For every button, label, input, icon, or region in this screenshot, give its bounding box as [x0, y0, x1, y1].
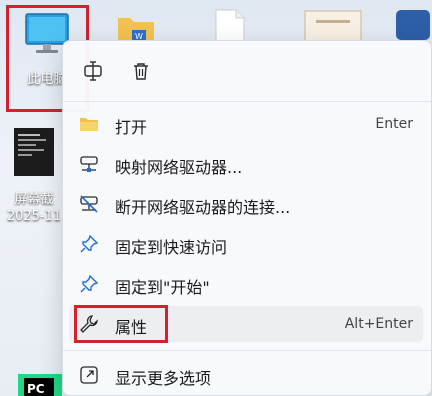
delete-icon — [134, 63, 148, 80]
screenshot-file-shortcut[interactable]: 屏幕截 2025-11 — [4, 128, 64, 224]
menu-item-label: 固定到快速访问 — [115, 238, 228, 257]
menu-item-label: 固定到"开始" — [115, 278, 210, 297]
delete-button[interactable] — [124, 54, 158, 88]
rename-icon — [84, 61, 102, 81]
more-options-icon — [80, 366, 98, 384]
menu-item-pin-quick-access[interactable]: 固定到快速访问 — [69, 226, 423, 262]
menu-item-label: 打开 — [115, 118, 148, 137]
pin-icon — [80, 274, 99, 293]
menu-separator — [63, 101, 431, 102]
pycharm-icon[interactable]: PC — [18, 374, 62, 396]
menu-item-label: 断开网络驱动器的连接... — [115, 198, 291, 217]
menu-item-properties[interactable]: 属性 Alt+Enter — [69, 306, 423, 342]
context-menu: 打开 Enter 映射网络驱动器... 断开网络驱动器的连接... 固定到快速访… — [62, 40, 432, 396]
map-drive-icon — [80, 156, 98, 172]
disconnect-drive-icon — [80, 195, 98, 213]
menu-item-open[interactable]: 打开 Enter — [69, 106, 423, 142]
screenshot-label-line1: 屏幕截 — [14, 192, 54, 207]
menu-item-pin-start[interactable]: 固定到"开始" — [69, 266, 423, 302]
menu-item-label: 映射网络驱动器... — [115, 158, 243, 177]
menu-item-disconnect-network-drive[interactable]: 断开网络驱动器的连接... — [69, 186, 423, 222]
quick-actions-bar — [63, 41, 431, 101]
folder-icon — [80, 118, 98, 131]
menu-separator — [63, 350, 431, 351]
menu-item-label: 显示更多选项 — [115, 369, 212, 388]
wrench-icon — [80, 315, 98, 333]
menu-item-show-more-options[interactable]: 显示更多选项 — [69, 357, 423, 393]
menu-item-shortcut: Alt+Enter — [344, 316, 413, 332]
app-icon[interactable] — [394, 8, 432, 42]
menu-item-shortcut: Enter — [375, 116, 413, 132]
rename-button[interactable] — [76, 54, 110, 88]
this-pc-label: 此电脑 — [27, 72, 67, 87]
menu-item-map-network-drive[interactable]: 映射网络驱动器... — [69, 146, 423, 182]
certificate-icon[interactable] — [304, 10, 362, 44]
document-icon[interactable] — [214, 8, 246, 44]
screenshot-label-line2: 2025-11 — [6, 209, 62, 224]
menu-item-label: 属性 — [115, 318, 148, 337]
screenshot-thumbnail-icon — [14, 128, 54, 176]
svg-text:PC: PC — [27, 382, 45, 396]
pin-icon — [80, 234, 99, 253]
